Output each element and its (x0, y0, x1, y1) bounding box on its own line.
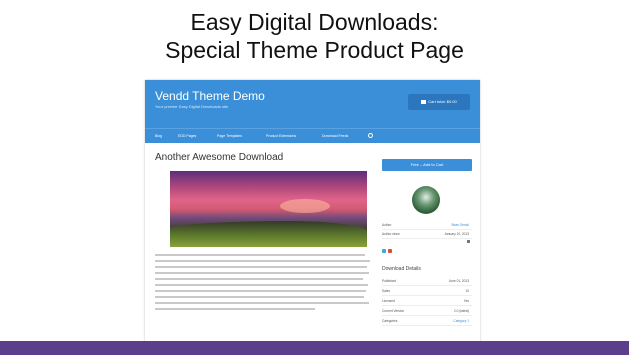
sunset-glow (280, 199, 330, 213)
slide-title-line1: Easy Digital Downloads: (190, 9, 439, 35)
body-text-line (155, 296, 364, 298)
body-text-line (155, 272, 369, 274)
author-since-value: January 10, 2013 (444, 232, 469, 236)
detail-value: 2.0 (latest) (453, 309, 469, 313)
site-tagline: Your premier Easy Digital Downloads site (155, 104, 229, 109)
author-since-label: Author since (382, 232, 400, 236)
body-text-line (155, 284, 368, 286)
detail-value: Yes (463, 299, 469, 303)
social-links (382, 240, 394, 258)
nav-item-product-extensions[interactable]: Product Extensions (266, 129, 296, 143)
category-link[interactable]: Category 1 (453, 317, 469, 325)
detail-label: Published (382, 279, 396, 283)
search-icon[interactable] (368, 133, 373, 138)
body-text-line (155, 266, 367, 268)
slide: Easy Digital Downloads: Special Theme Pr… (0, 0, 629, 355)
add-to-cart-button[interactable]: Free – Add to Cart (382, 159, 472, 171)
nav-item-blog[interactable]: Blog (155, 129, 162, 143)
detail-value: 10 (465, 289, 469, 293)
detail-row-version: Current Version 2.0 (latest) (382, 307, 472, 316)
sidebar: Free – Add to Cart Author Brian Gerski A… (382, 80, 474, 342)
body-text-line (155, 302, 369, 304)
author-row: Author Brian Gerski (382, 221, 472, 230)
detail-label: Categories (382, 319, 398, 323)
google-plus-icon[interactable] (388, 249, 392, 253)
lock-icon (467, 240, 470, 243)
detail-label: Licensed (382, 299, 395, 303)
body-text-line (155, 260, 370, 262)
detail-label: Current Version (382, 309, 405, 313)
slide-title: Easy Digital Downloads: Special Theme Pr… (0, 8, 629, 64)
detail-value: June 01, 2013 (448, 279, 469, 283)
footer-accent-bar (0, 341, 629, 355)
nav-item-edd-pages[interactable]: EDD Pages (178, 129, 196, 143)
nav-item-download-feeds[interactable]: Download Feeds (322, 129, 348, 143)
author-label: Author (382, 223, 392, 227)
detail-row-published: Published June 01, 2013 (382, 277, 472, 286)
body-text-line (155, 278, 363, 280)
detail-row-sales: Sales 10 (382, 287, 472, 296)
body-text-line (155, 308, 315, 310)
detail-row-licensed: Licensed Yes (382, 297, 472, 306)
author-since-row: Author since January 10, 2013 (382, 230, 472, 239)
author-avatar (412, 186, 440, 214)
detail-label: Sales (382, 289, 390, 293)
page-heading: Another Awesome Download (155, 152, 284, 163)
nav-item-page-templates[interactable]: Page Templates (217, 129, 242, 143)
product-page-screenshot: Vendd Theme Demo Your premier Easy Digit… (145, 80, 480, 342)
slide-title-line2: Special Theme Product Page (165, 37, 464, 63)
author-link[interactable]: Brian Gerski (451, 221, 469, 229)
download-details-heading: Download Details (382, 266, 421, 272)
site-title[interactable]: Vendd Theme Demo (155, 89, 265, 103)
body-text-line (155, 254, 365, 256)
detail-row-categories: Categories Category 1 (382, 317, 472, 326)
hills (170, 221, 367, 247)
body-text-line (155, 290, 366, 292)
download-featured-image (170, 171, 367, 247)
twitter-icon[interactable] (382, 249, 386, 253)
